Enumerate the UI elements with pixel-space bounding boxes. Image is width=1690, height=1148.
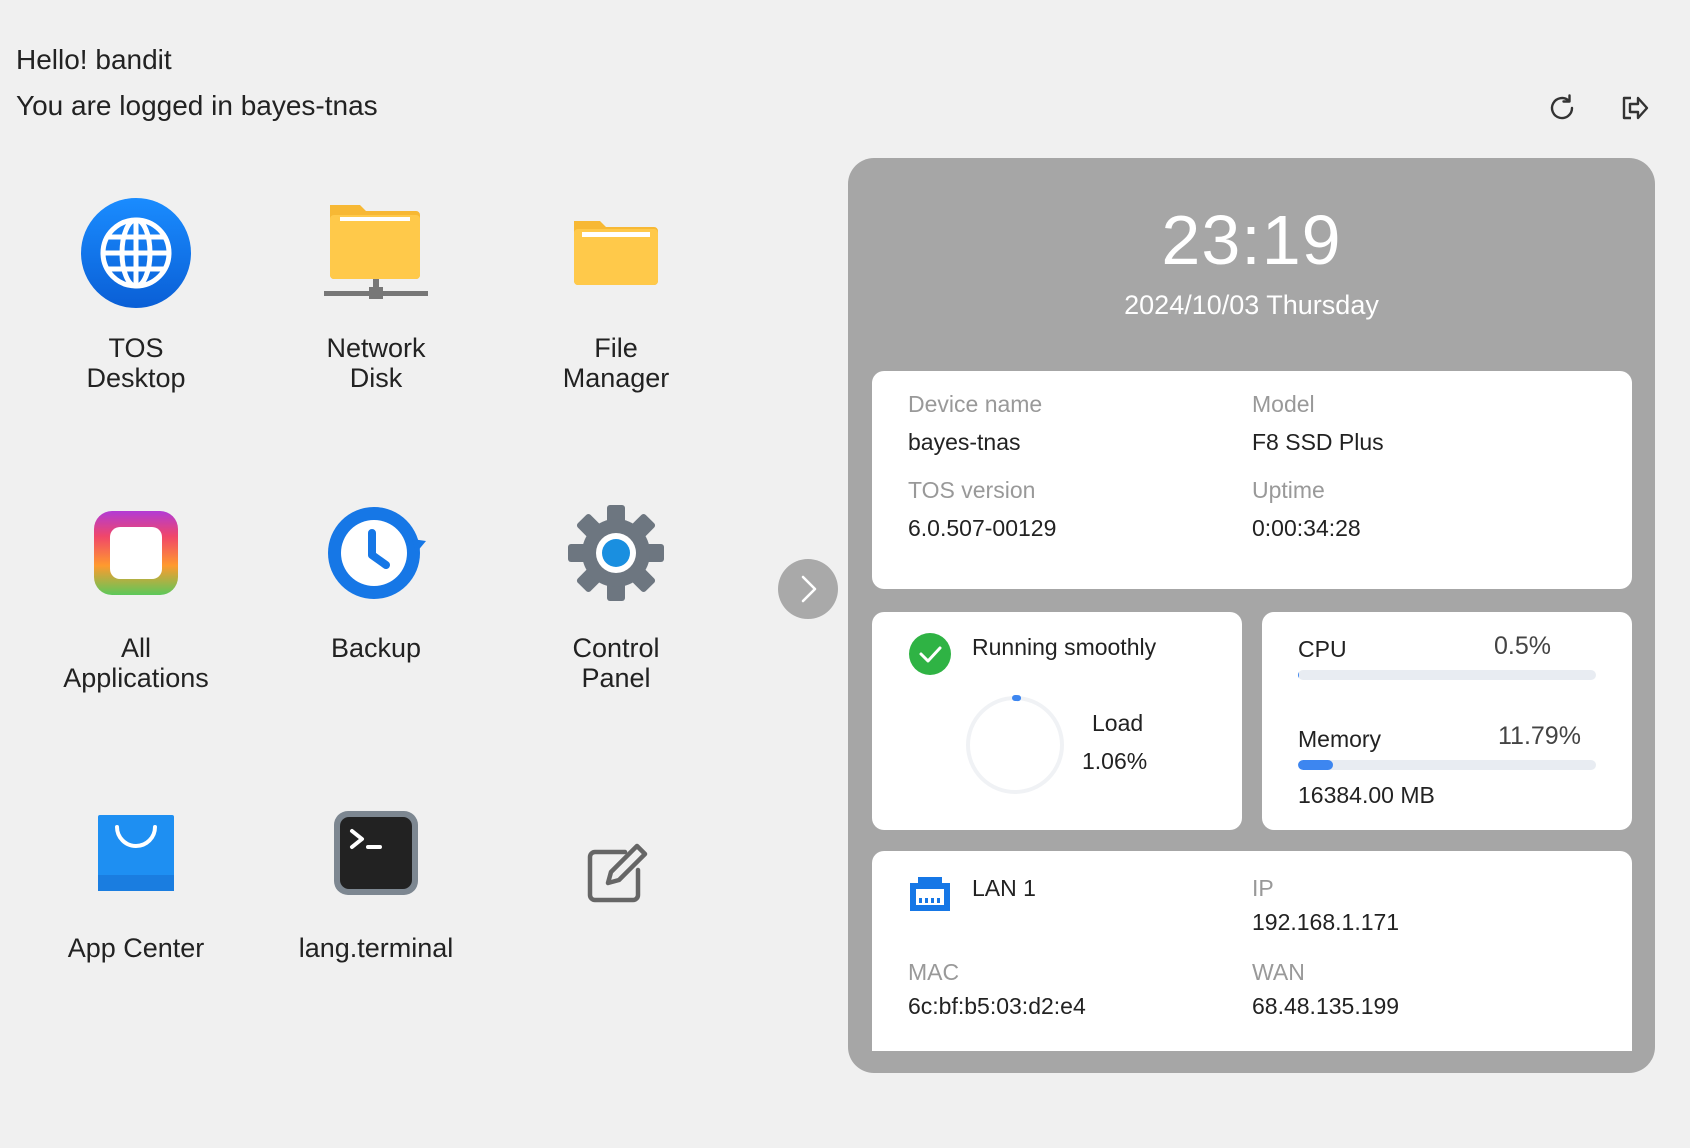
cpu-progress-bar: [1298, 670, 1596, 680]
tos-version-value: 6.0.507-00129: [908, 515, 1057, 541]
device-info-card: Device name bayes-tnas Model F8 SSD Plus…: [872, 371, 1632, 589]
greeting-text: Hello! bandit: [16, 44, 172, 75]
globe-icon: [21, 193, 251, 313]
clock-date: 2024/10/03 Thursday: [1124, 290, 1379, 320]
edit-desktop-button[interactable]: [501, 815, 731, 955]
model-label: Model: [1252, 391, 1315, 417]
clock-time: 23:19: [1161, 201, 1342, 279]
app-label: File Manager: [562, 333, 670, 393]
uptime-value: 0:00:34:28: [1252, 515, 1361, 541]
memory-total: 16384.00 MB: [1298, 782, 1435, 808]
app-label: lang.terminal: [298, 933, 454, 963]
app-terminal[interactable]: lang.terminal: [261, 793, 491, 963]
folder-icon: [501, 193, 731, 313]
app-label: Network Disk: [326, 333, 426, 393]
shopping-bag-icon: [21, 793, 251, 913]
cpu-progress-fill: [1298, 670, 1300, 680]
nas-home-page: Hello! bandit You are logged in bayes-tn…: [0, 0, 1690, 1148]
app-label: All Applications: [63, 633, 209, 693]
device-name-value: bayes-tnas: [908, 429, 1021, 455]
refresh-icon: [1550, 94, 1574, 120]
memory-progress-fill: [1298, 760, 1334, 770]
mac-value: 6c:bf:b5:03:d2:e4: [908, 993, 1086, 1019]
device-name-label: Device name: [908, 391, 1043, 417]
refresh-button[interactable]: [1542, 88, 1582, 128]
app-label: App Center: [67, 933, 205, 963]
gear-icon: [501, 493, 731, 613]
lan-label: LAN 1: [972, 875, 1036, 901]
app-file-manager[interactable]: File Manager: [501, 193, 731, 393]
app-label: Backup: [330, 633, 422, 663]
memory-value: 11.79%: [1498, 722, 1581, 750]
check-circle-icon: [909, 633, 951, 675]
status-text: Running smoothly: [972, 634, 1157, 660]
load-label: Load: [1092, 710, 1144, 736]
memory-label: Memory: [1298, 726, 1382, 752]
chevron-right-icon: [801, 575, 817, 603]
app-tos-desktop[interactable]: TOS Desktop: [21, 193, 251, 393]
ip-label: IP: [1252, 875, 1274, 901]
expand-panel-button[interactable]: [778, 559, 838, 619]
system-info-panel: 23:19 2024/10/03 Thursday Device name ba…: [848, 158, 1655, 1073]
system-status-card: Running smoothly Load 1.06%: [872, 612, 1242, 830]
backup-clock-icon: [261, 493, 491, 613]
edit-icon: [501, 815, 731, 935]
app-network-disk[interactable]: Network Disk: [261, 193, 491, 393]
wan-value: 68.48.135.199: [1252, 993, 1400, 1019]
network-card: LAN 1 IP 192.168.1.171 MAC 6c:bf:b5:03:d…: [872, 851, 1632, 1051]
login-status-text: You are logged in bayes-tnas: [16, 90, 378, 121]
app-backup[interactable]: Backup: [261, 493, 491, 663]
wan-label: WAN: [1252, 959, 1305, 985]
load-value: 1.06%: [1082, 748, 1148, 774]
mac-label: MAC: [908, 959, 960, 985]
network-folder-icon: [261, 193, 491, 313]
tos-version-label: TOS version: [908, 477, 1036, 503]
logout-button[interactable]: [1614, 88, 1654, 128]
app-control-panel[interactable]: Control Panel: [501, 493, 731, 693]
cpu-value: 0.5%: [1494, 632, 1551, 660]
all-apps-icon: [21, 493, 251, 613]
uptime-label: Uptime: [1252, 477, 1325, 503]
app-label: TOS Desktop: [86, 333, 186, 393]
load-ring: [965, 695, 1065, 795]
memory-progress-bar: [1298, 760, 1596, 770]
resource-usage-card: CPU 0.5% Memory 11.79% 16384.00 MB: [1262, 612, 1632, 830]
logout-icon: [1622, 96, 1649, 120]
ip-value: 192.168.1.171: [1252, 909, 1400, 935]
terminal-icon: [261, 793, 491, 913]
ethernet-port-icon: [910, 877, 950, 911]
model-value: F8 SSD Plus: [1252, 429, 1384, 455]
cpu-label: CPU: [1298, 636, 1347, 662]
app-all-applications[interactable]: All Applications: [21, 493, 251, 693]
app-app-center[interactable]: App Center: [21, 793, 251, 963]
app-label: Control Panel: [572, 633, 660, 693]
